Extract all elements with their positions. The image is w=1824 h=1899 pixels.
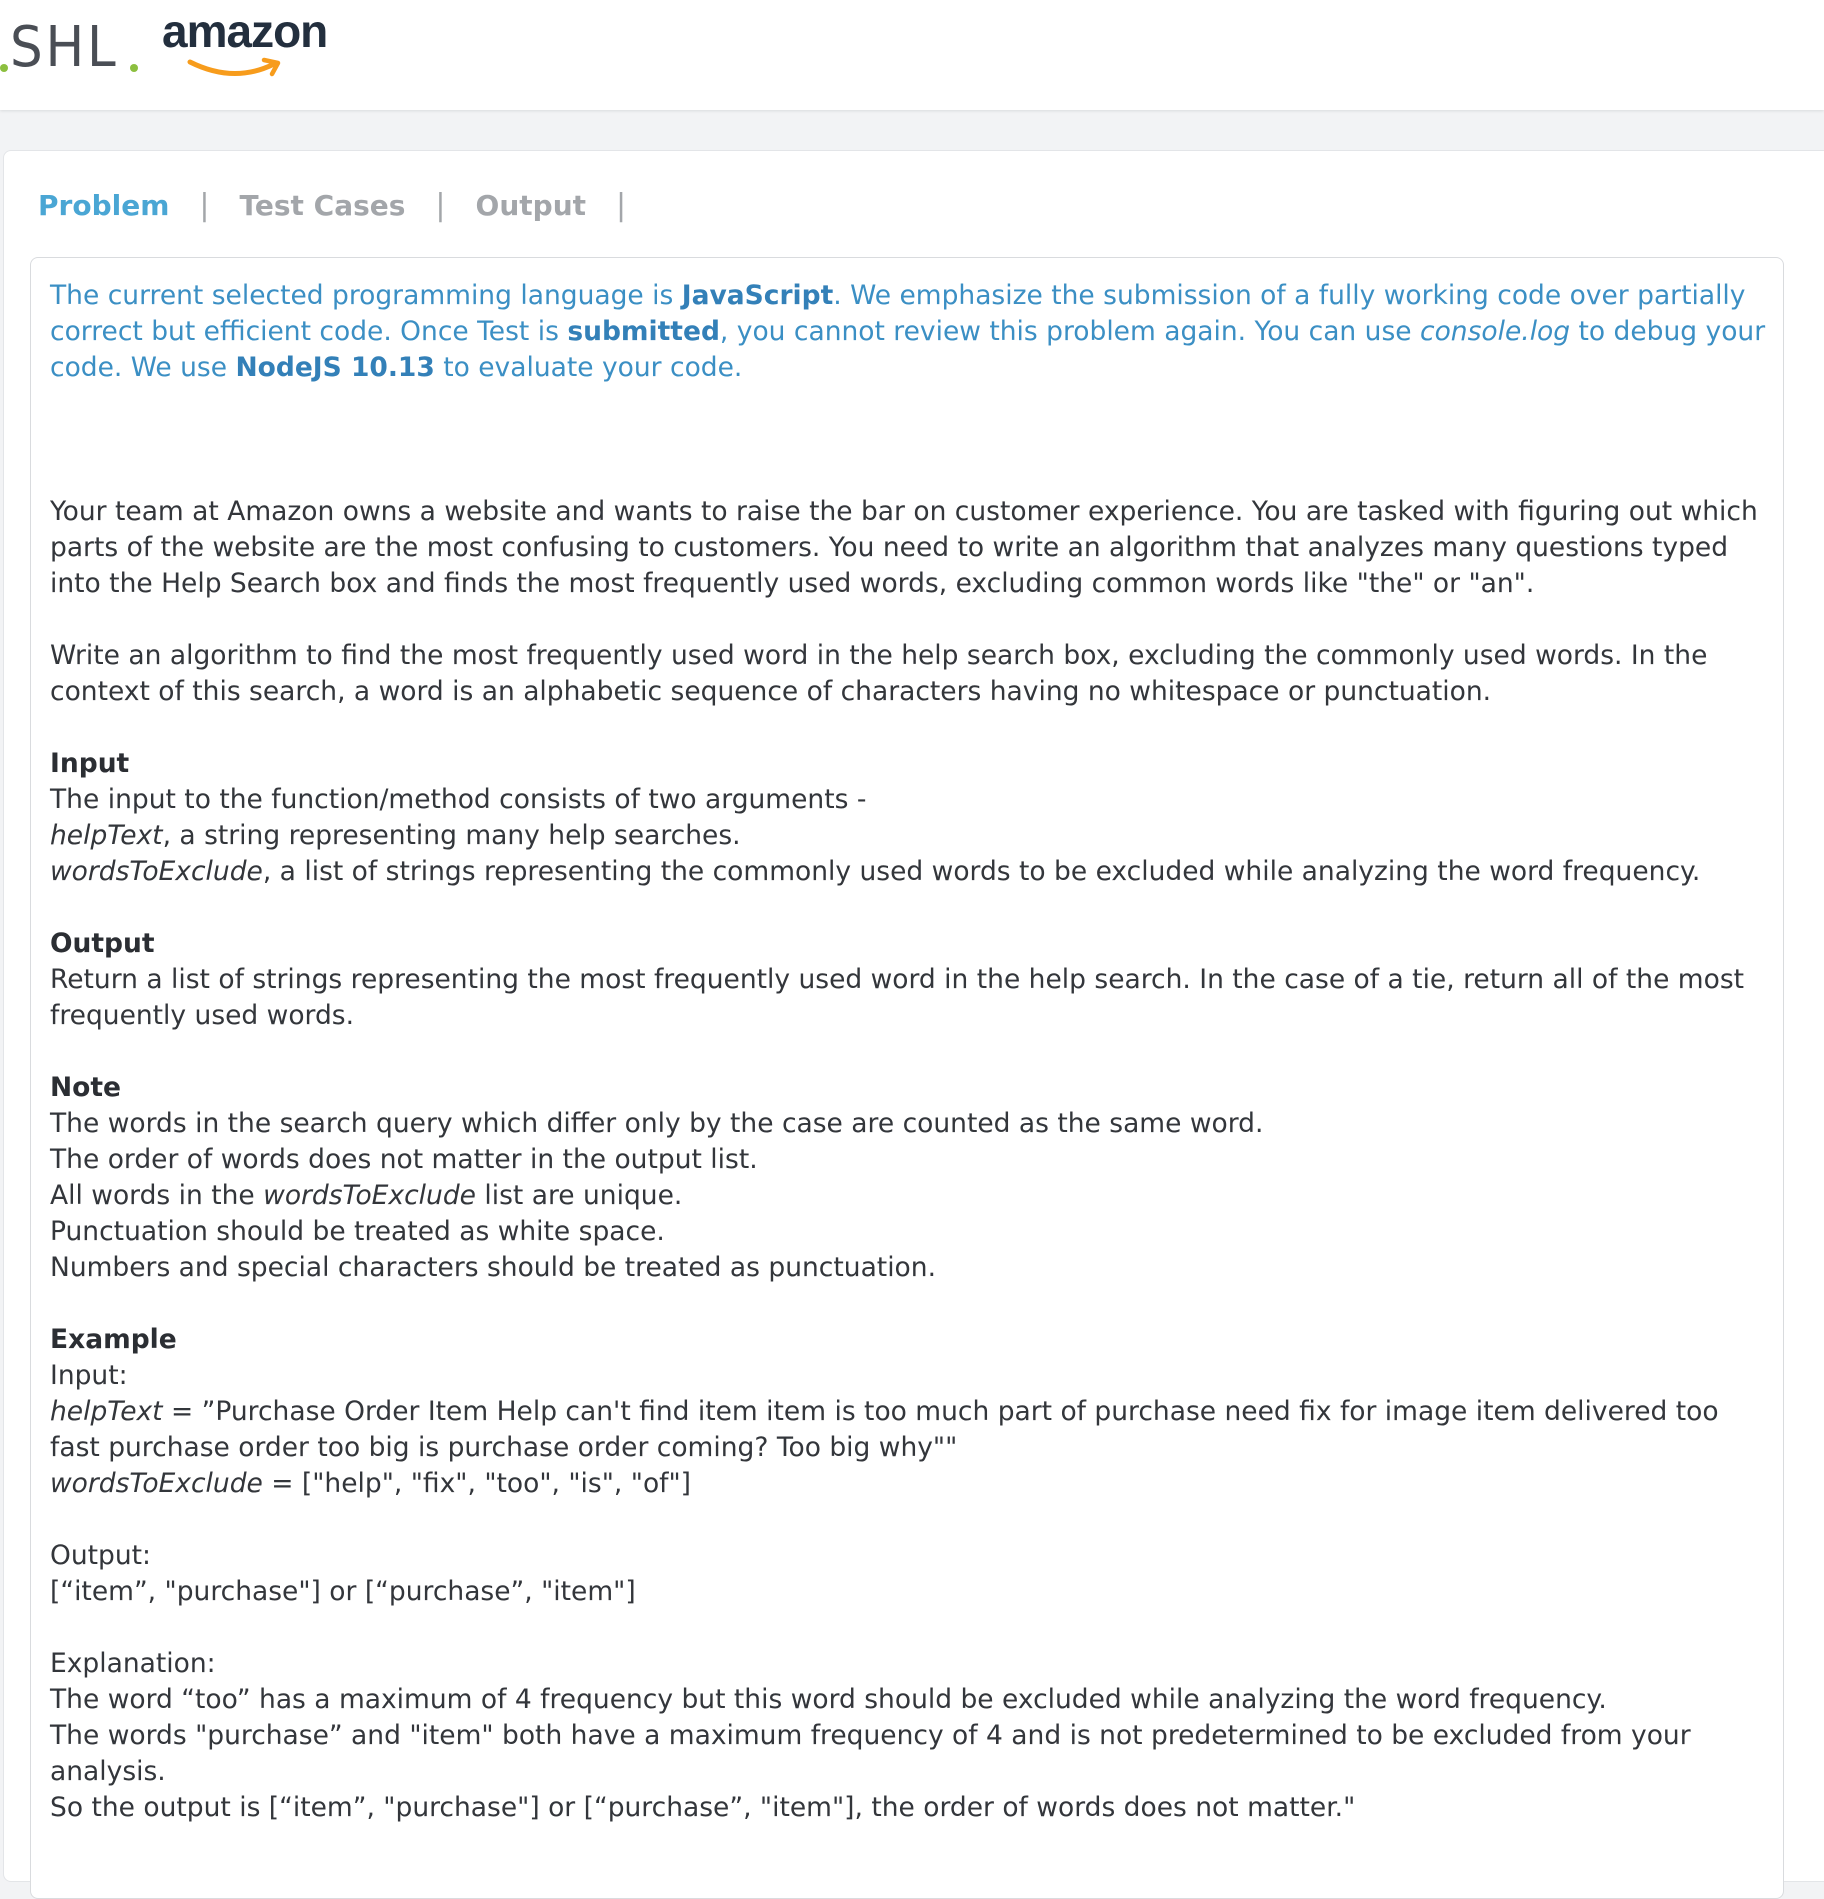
example-output-value: [“item”, "purchase"] or [“purchase”, "it… — [50, 1576, 636, 1607]
amazon-smile-icon — [187, 57, 281, 77]
note-line: Numbers and special characters should be… — [50, 1252, 936, 1283]
output-description: Return a list of strings representing th… — [50, 964, 1745, 1031]
tab-separator: | — [435, 187, 446, 223]
amazon-logo: amazon — [162, 8, 332, 78]
input-heading: Input — [50, 748, 130, 779]
submitted-text: submitted — [567, 316, 720, 347]
tab-problem[interactable]: Problem — [38, 189, 169, 222]
input-arg-wordstoexclude: wordsToExclude, a list of strings repres… — [50, 856, 1701, 887]
top-header-bar: SHL amazon — [0, 0, 1824, 110]
note-heading: Note — [50, 1072, 122, 1103]
tab-separator: | — [616, 187, 627, 223]
example-output-label: Output: — [50, 1540, 151, 1571]
note-line: Punctuation should be treated as white s… — [50, 1216, 665, 1247]
language-name: JavaScript — [681, 280, 834, 311]
note-line: The words in the search query which diff… — [50, 1108, 1264, 1139]
problem-statement: The current selected programming languag… — [50, 278, 1770, 1826]
example-explanation-line: The word “too” has a maximum of 4 freque… — [50, 1684, 1607, 1715]
input-arg-helptext: helpText, a string representing many hel… — [50, 820, 741, 851]
output-heading: Output — [50, 928, 155, 959]
example-heading: Example — [50, 1324, 177, 1355]
note-line: All words in the wordsToExclude list are… — [50, 1180, 683, 1211]
example-helptext: helpText = ”Purchase Order Item Help can… — [50, 1396, 1719, 1463]
problem-tabs: Problem | Test Cases | Output | — [38, 185, 626, 225]
example-explanation-line: So the output is [“item”, "purchase"] or… — [50, 1792, 1356, 1823]
example-explanation-line: The words "purchase” and "item" both hav… — [50, 1720, 1691, 1787]
problem-task: Write an algorithm to find the most freq… — [50, 640, 1708, 707]
tab-output[interactable]: Output — [476, 189, 586, 222]
node-version: NodeJS 10.13 — [235, 352, 435, 383]
amazon-logo-text: amazon — [162, 5, 328, 57]
language-notice: The current selected programming languag… — [50, 280, 1766, 383]
problem-intro: Your team at Amazon owns a website and w… — [50, 496, 1758, 599]
shl-logo-dot-end — [129, 64, 138, 72]
tab-test-cases[interactable]: Test Cases — [239, 189, 405, 222]
example-input-label: Input: — [50, 1360, 128, 1391]
console-log-text: console.log — [1420, 316, 1571, 347]
example-explanation-label: Explanation: — [50, 1648, 216, 1679]
shl-logo-dot — [0, 64, 8, 72]
shl-logo: SHL — [0, 8, 140, 78]
shl-logo-text: SHL — [10, 15, 119, 80]
input-description: The input to the function/method consist… — [50, 784, 867, 815]
tab-separator: | — [199, 187, 210, 223]
note-line: The order of words does not matter in th… — [50, 1144, 758, 1175]
example-wordstoexclude: wordsToExclude = ["help", "fix", "too", … — [50, 1468, 692, 1499]
